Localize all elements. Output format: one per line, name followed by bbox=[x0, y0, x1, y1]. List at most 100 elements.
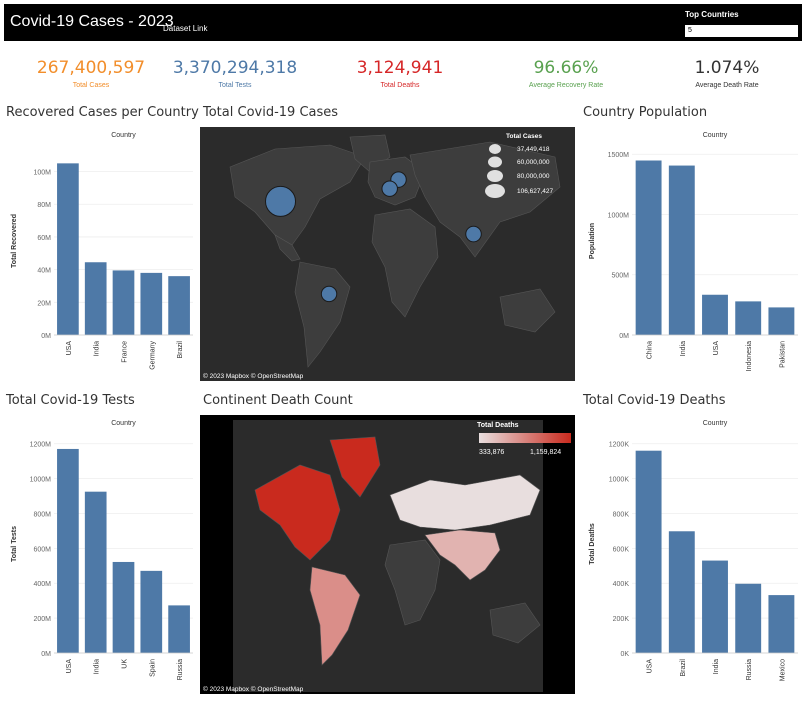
y-tick-label: 600K bbox=[613, 546, 630, 553]
y-tick-label: 40M bbox=[37, 268, 51, 275]
y-tick-label: 1000M bbox=[608, 212, 630, 219]
case-bubble[interactable] bbox=[465, 225, 482, 243]
top-countries-label: Top Countries bbox=[685, 10, 739, 19]
y-tick-label: 200K bbox=[613, 616, 630, 623]
y-tick-label: 60M bbox=[37, 235, 51, 242]
bar-usa[interactable] bbox=[635, 450, 662, 653]
y-tick-label: 400K bbox=[613, 581, 630, 588]
deaths-legend-ramp bbox=[479, 433, 571, 443]
y-tick-label: 100M bbox=[33, 170, 51, 177]
recovered-title: Recovered Cases per Country bbox=[6, 105, 199, 120]
y-tick-label: 800K bbox=[613, 511, 630, 518]
y-tick-label: 20M bbox=[37, 300, 51, 307]
kpi-value: 3,124,941 bbox=[356, 58, 444, 78]
top-countries-input[interactable] bbox=[685, 25, 798, 37]
kpi-value: 1.074% bbox=[694, 58, 760, 78]
bar-china[interactable] bbox=[635, 160, 662, 335]
continent-deaths-map[interactable]: Total Deaths 333,876 1,159,824 © 2023 Ma… bbox=[200, 415, 575, 694]
x-tick-label: France bbox=[122, 341, 129, 363]
y-tick-label: 0M bbox=[41, 651, 51, 658]
tests-bar-chart: Country 0M 200M 400M 600M 800M 1000M 1200M Total… bbox=[4, 413, 199, 698]
land-africa bbox=[371, 208, 439, 318]
x-tick-label: USA bbox=[713, 341, 720, 356]
land-north-america bbox=[229, 144, 366, 246]
bar-france[interactable] bbox=[112, 270, 135, 335]
kpi-label: Average Recovery Rate bbox=[528, 82, 604, 89]
y-axis-label: Total Tests bbox=[11, 526, 18, 562]
kpi-label: Average Death Rate bbox=[695, 82, 759, 89]
x-tick-label: Germany bbox=[149, 341, 156, 370]
land-south-america bbox=[294, 261, 351, 368]
dashboard-header: Covid-19 Cases - 2023 Dataset Link Top C… bbox=[4, 4, 802, 41]
case-bubble[interactable] bbox=[320, 285, 338, 303]
bar-russia[interactable] bbox=[168, 605, 190, 653]
bar-russia[interactable] bbox=[735, 583, 762, 653]
x-tick-label: Mexico bbox=[779, 659, 786, 681]
recovered-svg: Country 0M 20M 40M 60M 80M 100M Total Recovered… bbox=[11, 132, 193, 370]
kpi-total-cases: 267,400,597 Total Cases bbox=[16, 58, 166, 89]
kpi-total-tests: 3,370,294,318 Total Tests bbox=[160, 58, 310, 89]
x-tick-label: USA bbox=[66, 341, 73, 356]
bar-usa[interactable] bbox=[702, 294, 728, 335]
bar-usa[interactable] bbox=[57, 448, 79, 653]
bar-uk[interactable] bbox=[112, 561, 135, 653]
land-australia bbox=[499, 288, 556, 333]
x-tick-label: India bbox=[713, 659, 720, 674]
x-tick-label: India bbox=[94, 659, 101, 674]
bar-brazil[interactable] bbox=[168, 276, 190, 335]
tests-svg: Country 0M 200M 400M 600M 800M 1000M 1200M Total… bbox=[11, 420, 193, 681]
y-tick-label: 1500M bbox=[608, 152, 630, 159]
total-cases-map[interactable]: Total Cases 37,449,418 60,000,000 80,000… bbox=[200, 127, 575, 381]
bar-usa[interactable] bbox=[57, 163, 79, 335]
y-tick-label: 800M bbox=[33, 511, 51, 518]
bar-india[interactable] bbox=[702, 560, 728, 653]
x-tick-label: USA bbox=[66, 659, 73, 674]
recovered-bar-chart: Country 0M 20M 40M 60M 80M 100M Total Recovered… bbox=[4, 125, 199, 380]
y-tick-label: 400M bbox=[33, 581, 51, 588]
bar-india[interactable] bbox=[668, 165, 695, 335]
kpi-total-deaths: 3,124,941 Total Deaths bbox=[325, 58, 475, 89]
population-svg: Country 0M 500M 1000M 1500M Population China In… bbox=[589, 132, 798, 371]
y-tick-label: 500M bbox=[611, 273, 629, 280]
kpi-label: Total Cases bbox=[72, 82, 110, 89]
y-tick-label: 0M bbox=[619, 333, 629, 340]
legend-size-label-1: 37,449,418 bbox=[517, 146, 550, 153]
x-tick-label: UK bbox=[122, 659, 129, 669]
map-attribution[interactable]: © 2023 Mapbox © OpenStreetMap bbox=[203, 686, 303, 693]
y-axis-label: Total Recovered bbox=[11, 214, 18, 268]
x-tick-label: Spain bbox=[149, 659, 156, 677]
cases-legend: Total Cases 37,449,418 60,000,000 80,000… bbox=[485, 133, 554, 198]
map-attribution[interactable]: © 2023 Mapbox © OpenStreetMap bbox=[203, 373, 303, 380]
y-tick-label: 1000K bbox=[609, 477, 630, 484]
chart-header-title: Country bbox=[111, 420, 136, 427]
dashboard-title: Covid-19 Cases - 2023 bbox=[10, 13, 174, 30]
kpi-value: 96.66% bbox=[533, 58, 599, 78]
legend-size-2 bbox=[488, 156, 502, 168]
kpi-label: Total Deaths bbox=[380, 82, 420, 89]
bar-brazil[interactable] bbox=[668, 531, 695, 653]
deaths-bar-chart: Country 0K 200K 400K 600K 800K 1000K 1200K Total… bbox=[582, 413, 804, 698]
chart-header-title: Country bbox=[703, 420, 728, 427]
bar-india[interactable] bbox=[84, 262, 107, 335]
y-tick-label: 1200K bbox=[609, 442, 630, 449]
bar-germany[interactable] bbox=[140, 272, 163, 335]
legend-size-1 bbox=[489, 144, 501, 154]
y-tick-label: 80M bbox=[37, 202, 51, 209]
deaths-legend-title: Total Deaths bbox=[477, 422, 519, 429]
x-tick-label: China bbox=[647, 341, 654, 359]
bar-india[interactable] bbox=[84, 491, 107, 653]
continent-deaths-map-svg: Total Deaths 333,876 1,159,824 bbox=[233, 420, 571, 692]
x-tick-label: Pakistan bbox=[779, 341, 786, 368]
case-bubble[interactable] bbox=[265, 185, 297, 217]
population-bar-chart: Country 0M 500M 1000M 1500M Population China In… bbox=[582, 125, 804, 380]
bar-spain[interactable] bbox=[140, 570, 163, 653]
case-bubble[interactable] bbox=[381, 180, 398, 197]
x-tick-label: Russia bbox=[177, 659, 184, 681]
deaths-legend-min: 333,876 bbox=[479, 449, 504, 456]
bar-pakistan[interactable] bbox=[768, 307, 795, 335]
legend-size-label-2: 60,000,000 bbox=[517, 159, 550, 166]
bar-indonesia[interactable] bbox=[735, 301, 762, 335]
deaths-title: Total Covid-19 Deaths bbox=[583, 393, 726, 408]
bar-mexico[interactable] bbox=[768, 595, 795, 653]
dataset-link[interactable]: Dataset Link bbox=[163, 24, 207, 33]
